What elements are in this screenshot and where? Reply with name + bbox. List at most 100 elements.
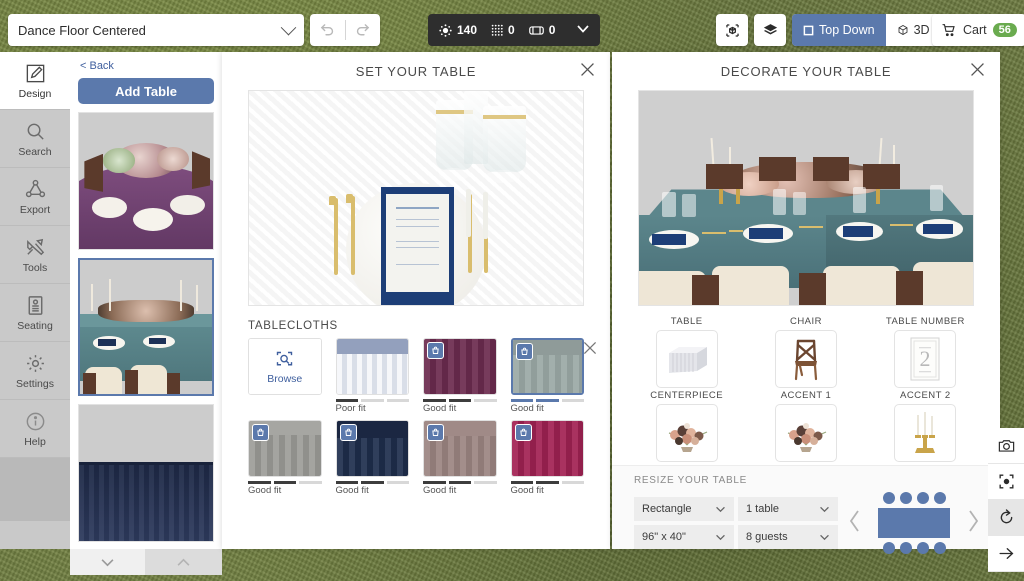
add-table-button[interactable]: Add Table bbox=[78, 78, 214, 104]
gear-icon bbox=[26, 354, 44, 372]
rotate-icon bbox=[1000, 509, 1012, 524]
thumbnail-nav bbox=[70, 549, 222, 575]
sidebar-item-seating[interactable]: Seating bbox=[0, 284, 70, 342]
sidebar-item-tools[interactable]: Tools bbox=[0, 226, 70, 284]
fit-rating bbox=[335, 399, 409, 402]
focus-button[interactable] bbox=[988, 464, 1024, 500]
grid-dots-icon bbox=[491, 24, 503, 36]
view-cube-button[interactable] bbox=[716, 14, 748, 46]
sidebar-item-settings-label: Settings bbox=[16, 377, 54, 390]
table-shape-value: Rectangle bbox=[642, 503, 692, 515]
sidebar-item-help[interactable]: Help bbox=[0, 400, 70, 458]
sidebar-item-search-label: Search bbox=[18, 145, 52, 158]
decor-item-centerpiece[interactable]: CENTERPIECE bbox=[636, 390, 737, 462]
place-setting-preview[interactable] bbox=[248, 90, 584, 306]
next-table-layout-button[interactable] bbox=[956, 508, 990, 538]
sidebar-item-search[interactable]: Search bbox=[0, 110, 70, 168]
swatch-magenta-tablecloth[interactable]: Good fit bbox=[510, 420, 584, 496]
decorated-table-preview[interactable] bbox=[638, 90, 974, 306]
tab-top-down[interactable]: Top Down bbox=[792, 14, 886, 46]
fit-rating bbox=[423, 399, 497, 402]
close-icon bbox=[583, 341, 597, 355]
set-table-title: SET YOUR TABLE bbox=[355, 63, 477, 79]
table-size-select[interactable]: 96" x 40" bbox=[634, 525, 734, 549]
layers-button[interactable] bbox=[754, 14, 786, 46]
cart-icon bbox=[942, 24, 955, 37]
project-name: Dance Floor Centered bbox=[18, 22, 146, 38]
seat-count-group: 0 bbox=[490, 23, 515, 37]
camera-button[interactable] bbox=[988, 428, 1024, 464]
info-circle-icon bbox=[26, 412, 44, 430]
chevron-right-icon bbox=[969, 510, 979, 532]
thumbnail-scroll-up-button[interactable] bbox=[146, 549, 222, 575]
table-shape-select[interactable]: Rectangle bbox=[634, 497, 734, 521]
guests-sun-icon bbox=[439, 23, 452, 37]
tablecloths-close-button[interactable] bbox=[582, 340, 598, 361]
set-table-close-button[interactable] bbox=[579, 61, 596, 81]
tablecloth-swatch-grid: Browse Poor fit Good fit Good fit Good f… bbox=[248, 338, 597, 496]
guest-count-select[interactable]: 8 guests bbox=[738, 525, 838, 549]
set-table-header: SET YOUR TABLE bbox=[222, 52, 610, 90]
fit-label: Good fit bbox=[335, 485, 369, 496]
seats-bottom bbox=[882, 542, 946, 554]
fit-rating bbox=[423, 481, 497, 484]
guest-count: 140 bbox=[457, 23, 478, 37]
decor-item-accent-2-label: ACCENT 2 bbox=[900, 390, 951, 401]
resize-controls: Rectangle 1 table 96" x 40" 8 guests bbox=[634, 497, 838, 549]
floral-centerpiece-icon bbox=[655, 404, 718, 462]
next-step-button[interactable] bbox=[988, 536, 1024, 572]
decor-item-chair[interactable]: CHAIR bbox=[755, 316, 856, 388]
sidebar-item-tools-label: Tools bbox=[22, 261, 48, 274]
sidebar-filler bbox=[0, 458, 70, 521]
sidebar-item-export[interactable]: Export bbox=[0, 168, 70, 226]
undo-button[interactable] bbox=[310, 14, 345, 46]
set-your-table-panel: SET YOUR TABLE TABLECLOTHS Browse Poor f… bbox=[222, 52, 610, 549]
view-mode-toggle: Top Down 3D bbox=[792, 14, 941, 46]
chevron-down-icon bbox=[820, 506, 829, 512]
swatch-gray-tablecloth[interactable]: Good fit bbox=[248, 420, 322, 496]
decorate-header: DECORATE YOUR TABLE bbox=[612, 52, 1000, 90]
share-nodes-icon bbox=[25, 179, 45, 197]
rotate-button[interactable] bbox=[988, 500, 1024, 536]
purchased-tag-icon bbox=[514, 424, 532, 441]
swatch-white-tablecloth[interactable]: Poor fit bbox=[335, 338, 409, 414]
cart-button[interactable]: Cart 56 bbox=[932, 14, 1024, 46]
cart-label: Cart bbox=[963, 23, 987, 37]
table-count-select[interactable]: 1 table bbox=[738, 497, 838, 521]
decor-item-table-number[interactable]: TABLE NUMBER 2 bbox=[875, 316, 976, 388]
fit-label: Good fit bbox=[248, 485, 282, 496]
teal-rectangle-table-thumbnail[interactable] bbox=[78, 258, 214, 396]
redo-button[interactable] bbox=[346, 14, 381, 46]
decor-item-table[interactable]: TABLE bbox=[636, 316, 737, 388]
magnifier-icon bbox=[27, 123, 44, 140]
draped-table-icon bbox=[655, 330, 718, 388]
seats-top bbox=[882, 492, 946, 504]
project-selector[interactable]: Dance Floor Centered bbox=[8, 14, 304, 46]
table-layout-diagram bbox=[872, 492, 956, 554]
seating-card-icon bbox=[28, 295, 42, 315]
decorate-close-button[interactable] bbox=[969, 61, 986, 81]
navy-tablecloth-thumbnail[interactable] bbox=[78, 404, 214, 542]
prev-table-layout-button[interactable] bbox=[838, 508, 872, 538]
tools-icon bbox=[26, 238, 44, 255]
fit-label: Good fit bbox=[510, 403, 544, 414]
furniture-count-group: 0 bbox=[528, 23, 555, 38]
purple-round-table-thumbnail[interactable] bbox=[78, 112, 214, 250]
fit-label: Good fit bbox=[510, 485, 544, 496]
sidebar-item-export-label: Export bbox=[19, 203, 51, 216]
back-link[interactable]: < Back bbox=[80, 60, 214, 72]
thumbnail-scroll-down-button[interactable] bbox=[70, 549, 146, 575]
sofa-icon bbox=[528, 25, 544, 35]
swatch-plum-tablecloth[interactable]: Good fit bbox=[423, 338, 497, 414]
decor-item-accent-2[interactable]: ACCENT 2 bbox=[875, 390, 976, 462]
left-sidebar: Design Search Export Tools Seating Setti… bbox=[0, 52, 70, 549]
sidebar-item-design[interactable]: Design bbox=[0, 52, 70, 110]
swatch-mauve-tablecloth[interactable]: Good fit bbox=[423, 420, 497, 496]
status-expand-button[interactable] bbox=[576, 23, 590, 37]
browse-swatch[interactable]: Browse bbox=[248, 338, 322, 414]
swatch-navy-tablecloth[interactable]: Good fit bbox=[335, 420, 409, 496]
swatch-sage-tablecloth[interactable]: Good fit bbox=[510, 338, 584, 414]
layers-icon bbox=[763, 23, 777, 34]
decor-item-accent-1[interactable]: ACCENT 1 bbox=[755, 390, 856, 462]
sidebar-item-settings[interactable]: Settings bbox=[0, 342, 70, 400]
